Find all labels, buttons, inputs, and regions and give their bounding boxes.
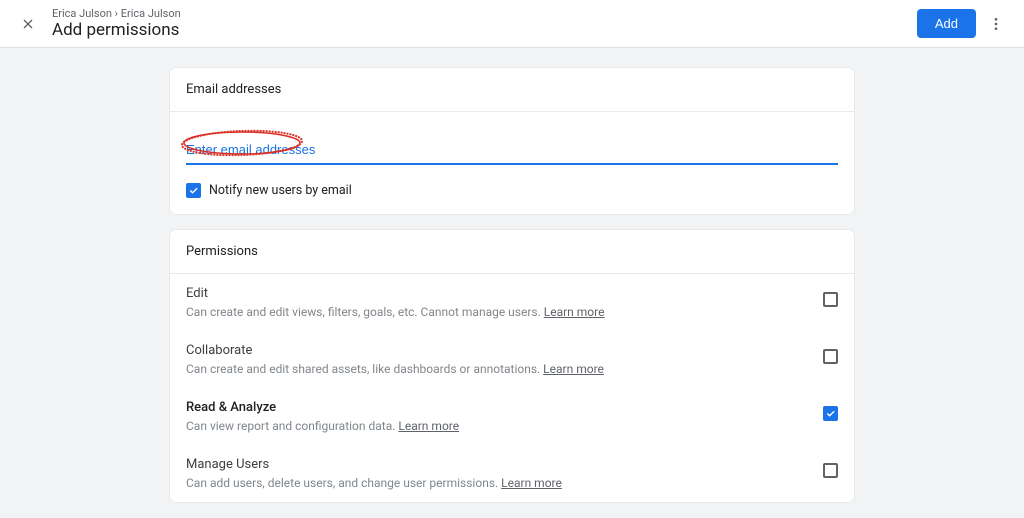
permission-row-manage-users: Manage Users Can add users, delete users,… — [170, 445, 854, 502]
permission-checkbox[interactable] — [823, 292, 838, 307]
permission-title: Manage Users — [186, 457, 803, 472]
permission-checkbox-wrap — [823, 343, 838, 368]
permission-checkbox-wrap — [823, 286, 838, 311]
permission-checkbox[interactable] — [823, 463, 838, 478]
permission-title: Edit — [186, 286, 803, 301]
learn-more-link[interactable]: Learn more — [543, 362, 604, 376]
permission-description: Can view report and configuration data. … — [186, 419, 803, 433]
email-input[interactable] — [186, 136, 838, 165]
permission-description: Can create and edit shared assets, like … — [186, 362, 803, 376]
notify-row[interactable]: Notify new users by email — [186, 183, 838, 198]
permission-checkbox[interactable] — [823, 406, 838, 421]
permission-checkbox[interactable] — [823, 349, 838, 364]
email-addresses-card: Email addresses Notify new users by emai… — [170, 68, 854, 214]
email-card-body: Notify new users by email — [170, 112, 854, 214]
close-icon — [20, 16, 36, 32]
permission-checkbox-wrap — [823, 457, 838, 482]
content-area: Email addresses Notify new users by emai… — [0, 48, 1024, 518]
email-input-wrap — [186, 136, 838, 165]
learn-more-link[interactable]: Learn more — [398, 419, 459, 433]
card-header-permissions: Permissions — [170, 230, 854, 274]
check-icon — [188, 185, 199, 196]
permission-row-collaborate: Collaborate Can create and edit shared as… — [170, 331, 854, 388]
add-button[interactable]: Add — [917, 9, 976, 38]
permission-text: Manage Users Can add users, delete users,… — [186, 457, 823, 490]
card-header-email: Email addresses — [170, 68, 854, 112]
learn-more-link[interactable]: Learn more — [501, 476, 562, 490]
title-block: Erica Julson › Erica Julson Add permissi… — [52, 7, 917, 41]
permission-description: Can create and edit views, filters, goal… — [186, 305, 803, 319]
check-icon — [825, 408, 836, 419]
permission-text: Edit Can create and edit views, filters, … — [186, 286, 823, 319]
more-menu-button[interactable] — [980, 8, 1012, 40]
more-vert-icon — [988, 16, 1004, 32]
permissions-card: Permissions Edit Can create and edit view… — [170, 230, 854, 502]
permission-description: Can add users, delete users, and change … — [186, 476, 803, 490]
permission-row-edit: Edit Can create and edit views, filters, … — [170, 274, 854, 331]
notify-checkbox[interactable] — [186, 183, 201, 198]
permission-title: Read & Analyze — [186, 400, 803, 415]
permission-text: Read & Analyze Can view report and config… — [186, 400, 823, 433]
permissions-list: Edit Can create and edit views, filters, … — [170, 274, 854, 502]
permission-text: Collaborate Can create and edit shared as… — [186, 343, 823, 376]
app-header: Erica Julson › Erica Julson Add permissi… — [0, 0, 1024, 48]
learn-more-link[interactable]: Learn more — [544, 305, 605, 319]
permission-row-read-analyze: Read & Analyze Can view report and config… — [170, 388, 854, 445]
notify-label: Notify new users by email — [209, 183, 352, 198]
permission-checkbox-wrap — [823, 400, 838, 423]
close-button[interactable] — [12, 8, 44, 40]
breadcrumb: Erica Julson › Erica Julson — [52, 7, 917, 20]
page-title: Add permissions — [52, 20, 917, 40]
permission-title: Collaborate — [186, 343, 803, 358]
